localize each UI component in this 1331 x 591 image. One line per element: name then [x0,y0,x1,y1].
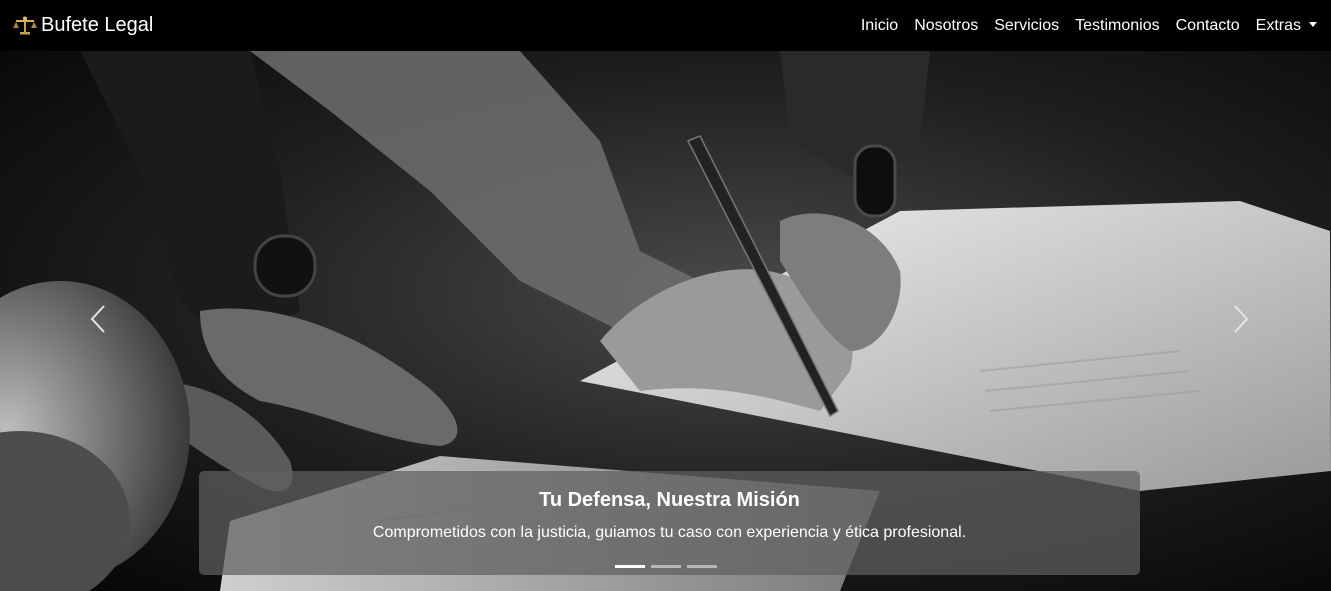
hero-carousel: Tu Defensa, Nuestra Misión Comprometidos… [0,51,1331,591]
caption-title: Tu Defensa, Nuestra Misión [539,489,800,511]
carousel-next-button[interactable] [1211,51,1271,591]
carousel-indicator-1[interactable] [614,565,645,568]
brand-link[interactable]: Bufete Legal [12,14,153,37]
carousel-indicator-2[interactable] [650,565,681,568]
nav-link-servicios[interactable]: Servicios [994,17,1059,34]
nav-menu: Inicio Nosotros Servicios Testimonios Co… [861,17,1317,35]
carousel-caption: Tu Defensa, Nuestra Misión Comprometidos… [199,471,1140,575]
caret-down-icon [1309,21,1317,27]
navbar: Bufete Legal Inicio Nosotros Servicios T… [0,0,1331,51]
nav-link-contacto[interactable]: Contacto [1176,17,1240,34]
brand-name: Bufete Legal [41,14,154,36]
chevron-left-icon [89,304,107,339]
carousel-indicator-3[interactable] [686,565,717,568]
carousel-prev-button[interactable] [68,51,128,591]
nav-dropdown-extras-label: Extras [1255,16,1301,34]
carousel-indicators [0,565,1331,568]
scales-of-justice-icon [12,16,38,36]
nav-link-inicio[interactable]: Inicio [861,17,898,34]
caption-text: Comprometidos con la justicia, guiamos t… [372,524,967,541]
nav-link-testimonios[interactable]: Testimonios [1075,17,1159,34]
chevron-right-icon [1232,304,1250,339]
nav-dropdown-extras[interactable]: Extras [1256,17,1317,34]
nav-link-nosotros[interactable]: Nosotros [914,17,978,34]
